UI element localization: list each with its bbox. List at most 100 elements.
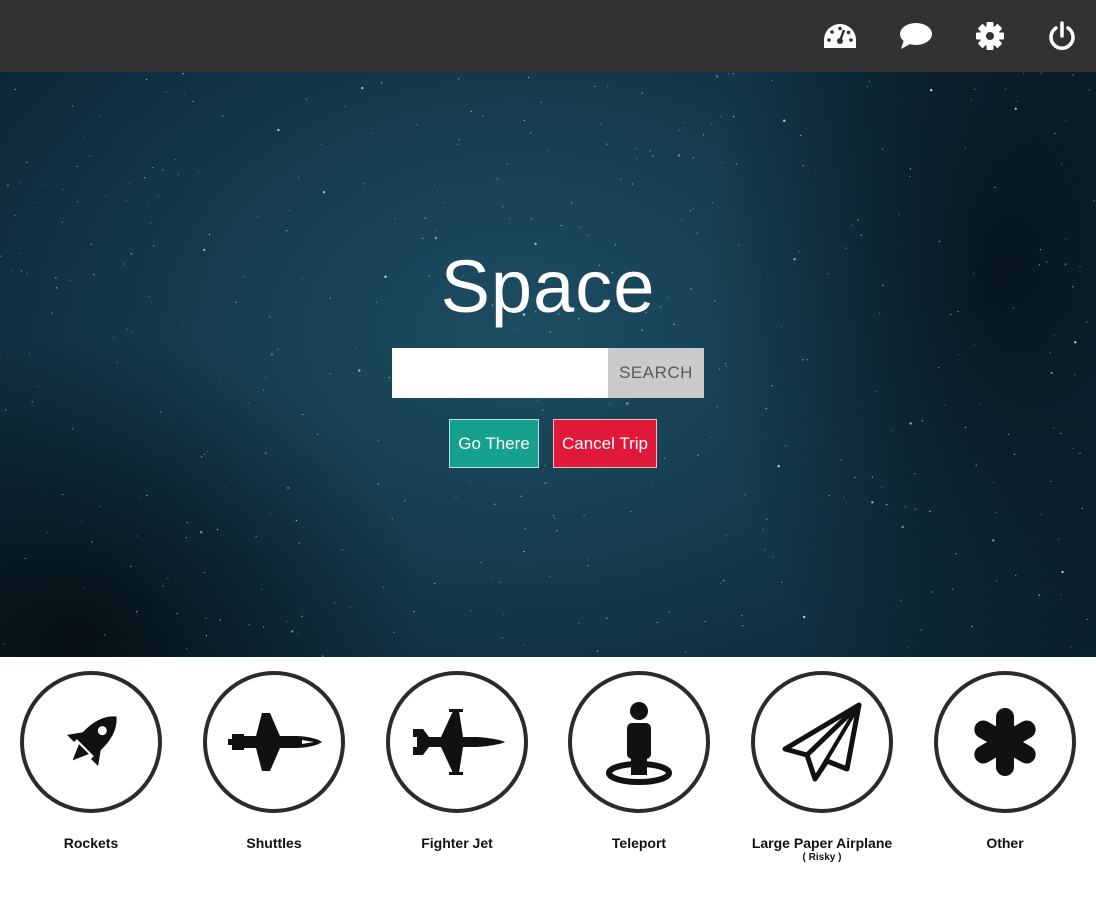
star [503,614,505,616]
star [14,88,16,90]
star [184,93,186,95]
star [205,635,207,637]
star [388,377,390,379]
search-input[interactable] [392,348,608,398]
chat-bubble-icon[interactable] [898,18,934,54]
star [523,644,525,646]
star [685,651,687,653]
star [1014,107,1017,110]
mode-sublabel: ( Risky ) [802,852,842,863]
gear-icon[interactable] [972,18,1008,54]
star [803,615,806,619]
star [125,200,127,202]
mode-other[interactable]: Other [915,671,1095,851]
mode-fighter-jet[interactable]: Fighter Jet [367,671,547,851]
star [456,143,459,145]
star [200,531,203,534]
star [225,485,227,488]
dashboard-icon[interactable] [822,18,858,54]
star [434,184,436,186]
star [741,615,743,617]
star [263,626,265,628]
star [501,637,503,639]
star [499,581,501,583]
mode-label: Rockets [63,835,119,851]
asterisk-icon [974,708,1036,776]
star [338,347,340,349]
star [668,611,671,613]
mode-circle[interactable] [751,671,893,813]
star [544,482,547,484]
mode-circle[interactable] [934,671,1076,813]
star [635,148,637,150]
star [656,621,658,623]
mode-rockets[interactable]: Rockets [1,671,181,851]
star [84,586,86,589]
star [72,428,74,430]
star [909,422,912,425]
star [413,611,415,613]
star [162,585,164,587]
cancel-trip-button[interactable]: Cancel Trip [553,419,657,468]
star [160,411,162,413]
star [520,495,523,497]
star [677,154,681,157]
go-there-button[interactable]: Go There [449,419,539,468]
star [1065,238,1067,240]
star [383,586,385,588]
star [222,115,224,117]
star [508,218,511,220]
star [470,110,472,112]
star [868,80,871,82]
star [61,221,63,223]
mode-shuttles[interactable]: Shuttles [184,671,364,851]
star [587,565,589,567]
star [1060,594,1062,596]
star [14,214,16,217]
star [626,402,629,405]
hero-banner: Space SEARCH Go There Cancel Trip [0,72,1096,657]
star [723,580,725,582]
star [287,486,290,490]
star [952,588,954,590]
star [636,158,638,160]
star [867,85,869,87]
star [201,456,203,458]
star [1060,432,1062,434]
star [144,177,146,179]
star [931,591,933,593]
star [725,534,728,536]
search-button[interactable]: SEARCH [608,348,704,398]
star [865,151,868,153]
mode-large-paper-airplane[interactable]: Large Paper Airplane ( Risky ) [732,671,912,863]
star [458,138,460,140]
star [1023,72,1025,74]
mode-circle[interactable] [386,671,528,813]
star [728,73,730,75]
mode-circle[interactable] [203,671,345,813]
star [711,202,713,204]
mode-circle[interactable] [20,671,162,813]
star [871,476,874,478]
star [875,390,877,392]
star [652,155,654,157]
star [530,132,532,134]
star [1072,74,1074,76]
mode-label: Fighter Jet [421,835,493,851]
mode-teleport[interactable]: Teleport [549,671,729,851]
star [363,183,365,185]
power-icon[interactable] [1044,18,1080,54]
star [192,100,194,102]
star [295,519,297,522]
star [606,617,608,619]
star [288,209,290,212]
star [186,521,188,524]
mode-circle[interactable] [568,671,710,813]
star [764,549,766,551]
mode-label: Other [986,835,1024,851]
star [205,617,207,619]
star [136,611,138,613]
star [975,464,977,466]
star [641,92,643,94]
star [696,232,699,234]
